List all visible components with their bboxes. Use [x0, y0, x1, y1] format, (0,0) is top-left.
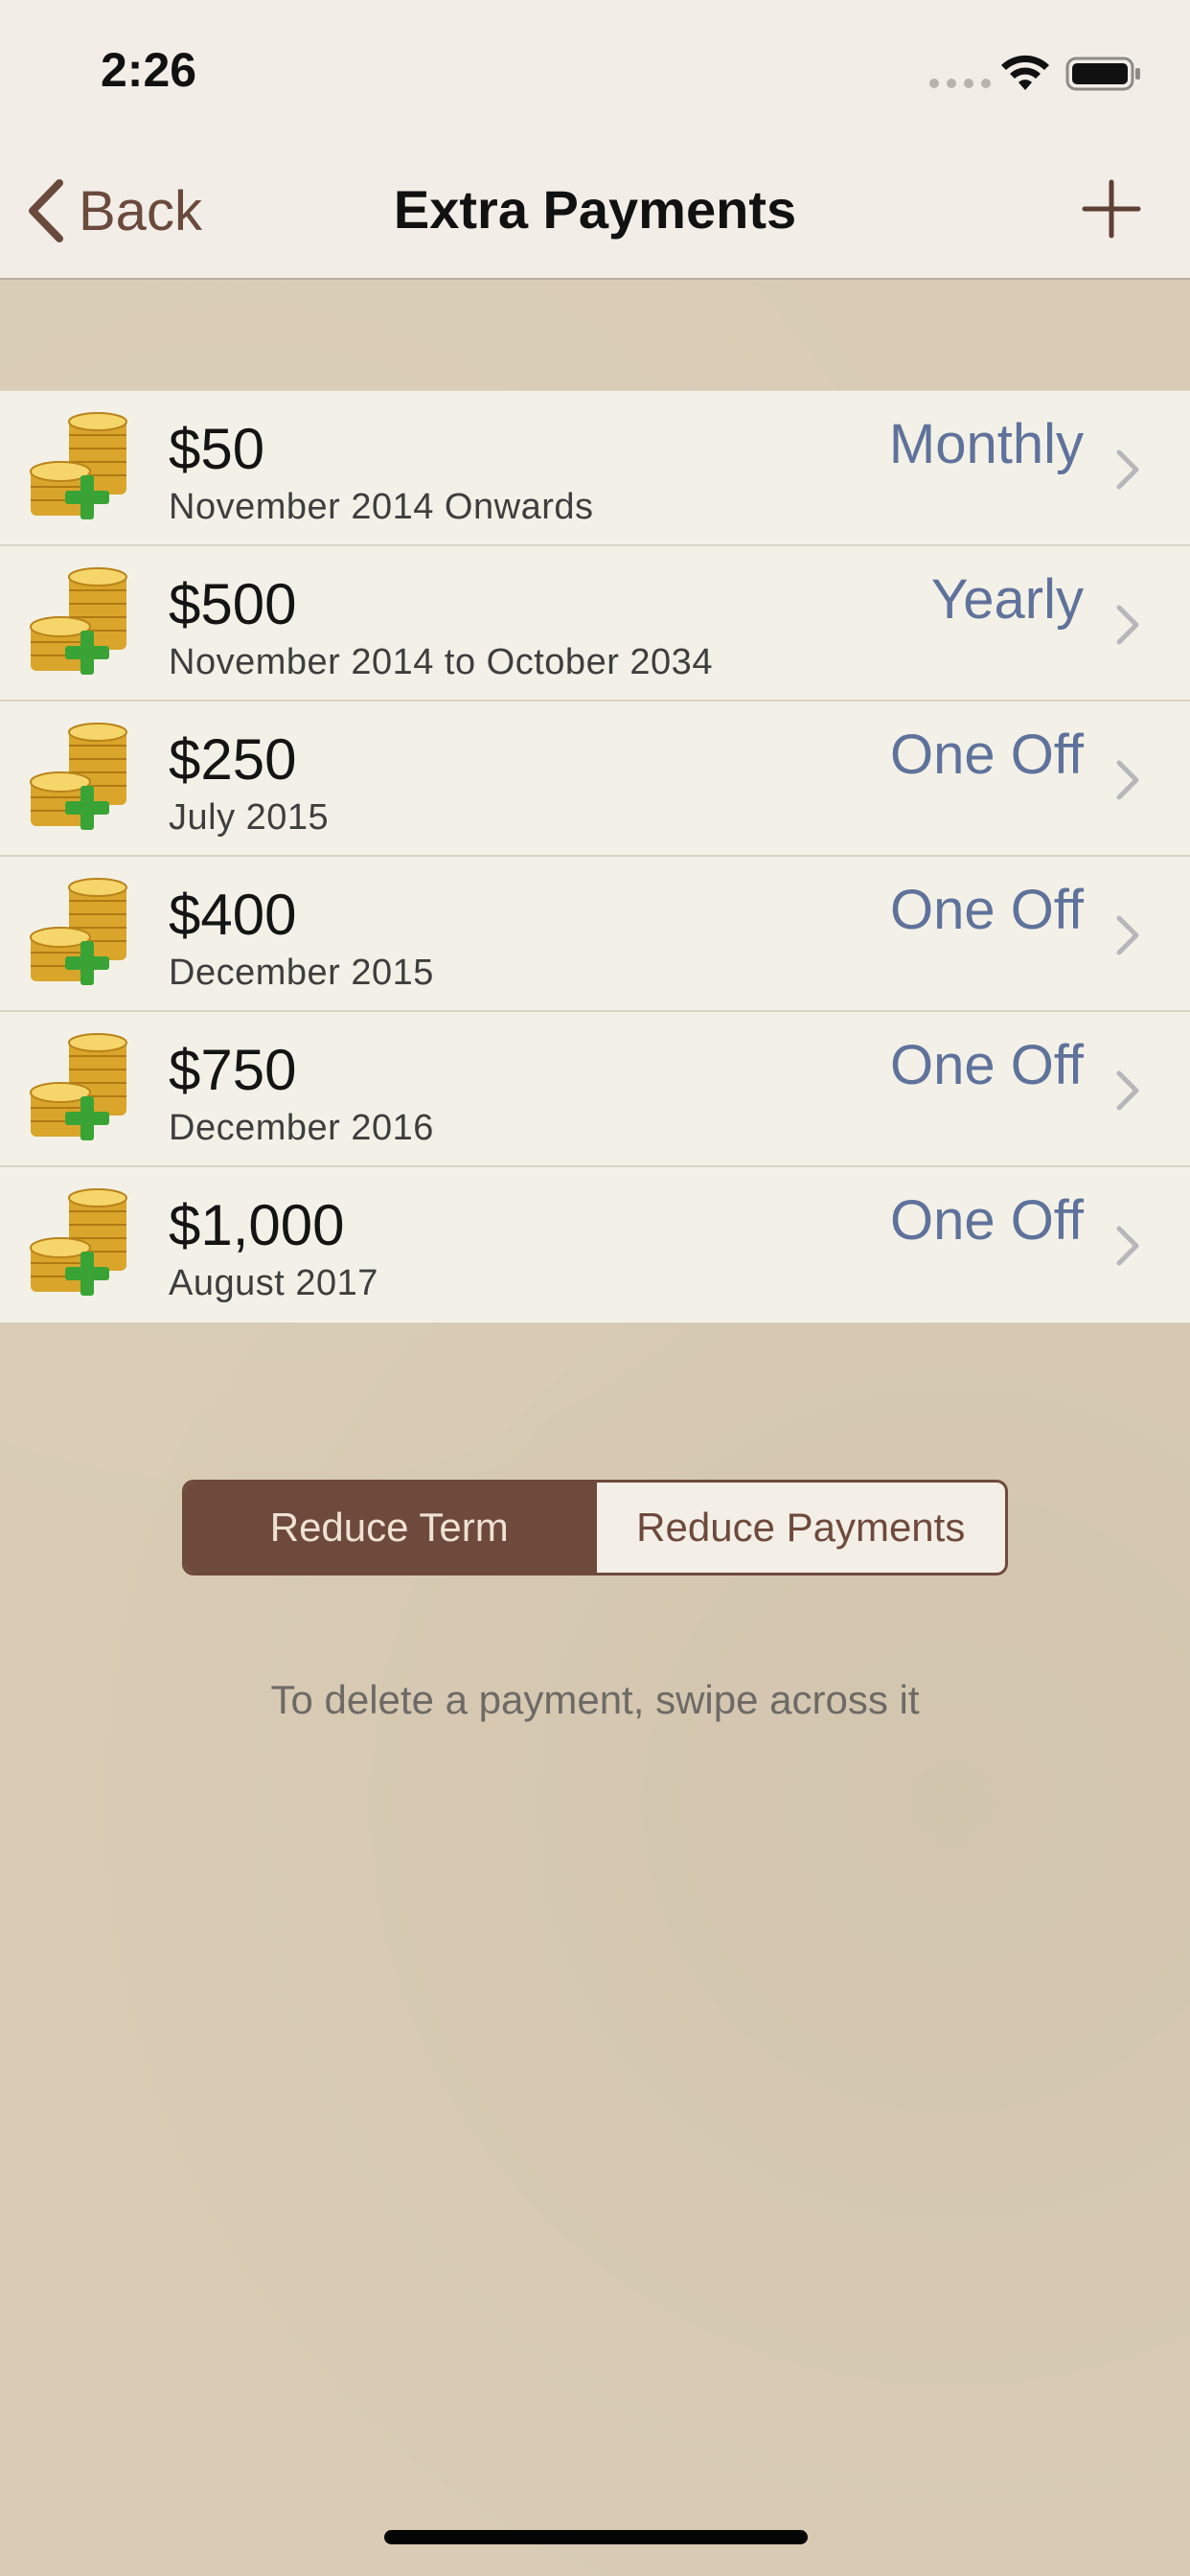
extra-payments-screen: 2:26 Back Extra Payments $50 November 20…	[0, 0, 1190, 2576]
status-time: 2:26	[101, 43, 197, 97]
payment-amount: $1,000	[169, 1193, 345, 1257]
plus-icon[interactable]	[1081, 178, 1142, 240]
chevron-right-icon	[1116, 605, 1139, 645]
chevron-right-icon	[1116, 1070, 1139, 1111]
payment-period: August 2017	[169, 1263, 378, 1303]
payment-row[interactable]: $1,000 August 2017 One Off	[0, 1167, 1190, 1322]
payment-amount: $500	[169, 572, 297, 636]
chevron-right-icon	[1116, 760, 1139, 800]
segment-reduce-payments[interactable]: Reduce Payments	[593, 1483, 1006, 1573]
gold-coins-plus-icon	[30, 878, 127, 985]
chevron-right-icon	[1116, 1226, 1139, 1266]
delete-hint-text: To delete a payment, swipe across it	[270, 1677, 920, 1722]
payment-frequency: Monthly	[888, 413, 1084, 475]
payment-frequency: Yearly	[930, 568, 1084, 631]
top-bar: 2:26 Back Extra Payments	[0, 0, 1190, 280]
reduce-mode-segmented-control: Reduce Term Reduce Payments	[182, 1480, 1008, 1576]
payment-period: July 2015	[169, 797, 330, 838]
gold-coins-plus-icon	[30, 1188, 127, 1296]
payment-row[interactable]: $250 July 2015 One Off	[0, 702, 1190, 857]
wifi-icon	[1001, 55, 1049, 90]
chevron-right-icon	[1116, 449, 1139, 490]
chevron-right-icon	[1116, 915, 1139, 955]
payment-frequency: One Off	[889, 724, 1084, 786]
payment-row[interactable]: $500 November 2014 to October 2034 Yearl…	[0, 546, 1190, 702]
cellular-signal-icon	[929, 79, 991, 88]
gold-coins-plus-icon	[30, 567, 127, 675]
payment-frequency: One Off	[889, 1034, 1084, 1096]
payment-amount: $400	[169, 883, 297, 947]
payment-row[interactable]: $400 December 2015 One Off	[0, 857, 1190, 1012]
page-title: Extra Payments	[393, 179, 797, 240]
battery-icon	[1065, 57, 1140, 91]
payment-amount: $50	[169, 417, 265, 481]
gold-coins-plus-icon	[30, 412, 127, 519]
payment-period: December 2015	[169, 953, 434, 993]
home-indicator[interactable]	[384, 2530, 808, 2544]
payment-row[interactable]: $750 December 2016 One Off	[0, 1012, 1190, 1167]
segment-reduce-term[interactable]: Reduce Term	[185, 1483, 594, 1573]
payment-period: November 2014 to October 2034	[169, 642, 713, 682]
gold-coins-plus-icon	[30, 723, 127, 830]
payment-row[interactable]: $50 November 2014 Onwards Monthly	[0, 391, 1190, 546]
payment-amount: $750	[169, 1038, 297, 1102]
payment-period: December 2016	[169, 1108, 434, 1148]
payment-amount: $250	[169, 727, 297, 792]
gold-coins-plus-icon	[30, 1033, 127, 1140]
payment-frequency: One Off	[889, 1189, 1084, 1252]
payments-list: $50 November 2014 Onwards Monthly $500 N…	[0, 390, 1190, 1324]
payment-frequency: One Off	[889, 879, 1084, 941]
payment-period: November 2014 Onwards	[169, 487, 594, 527]
